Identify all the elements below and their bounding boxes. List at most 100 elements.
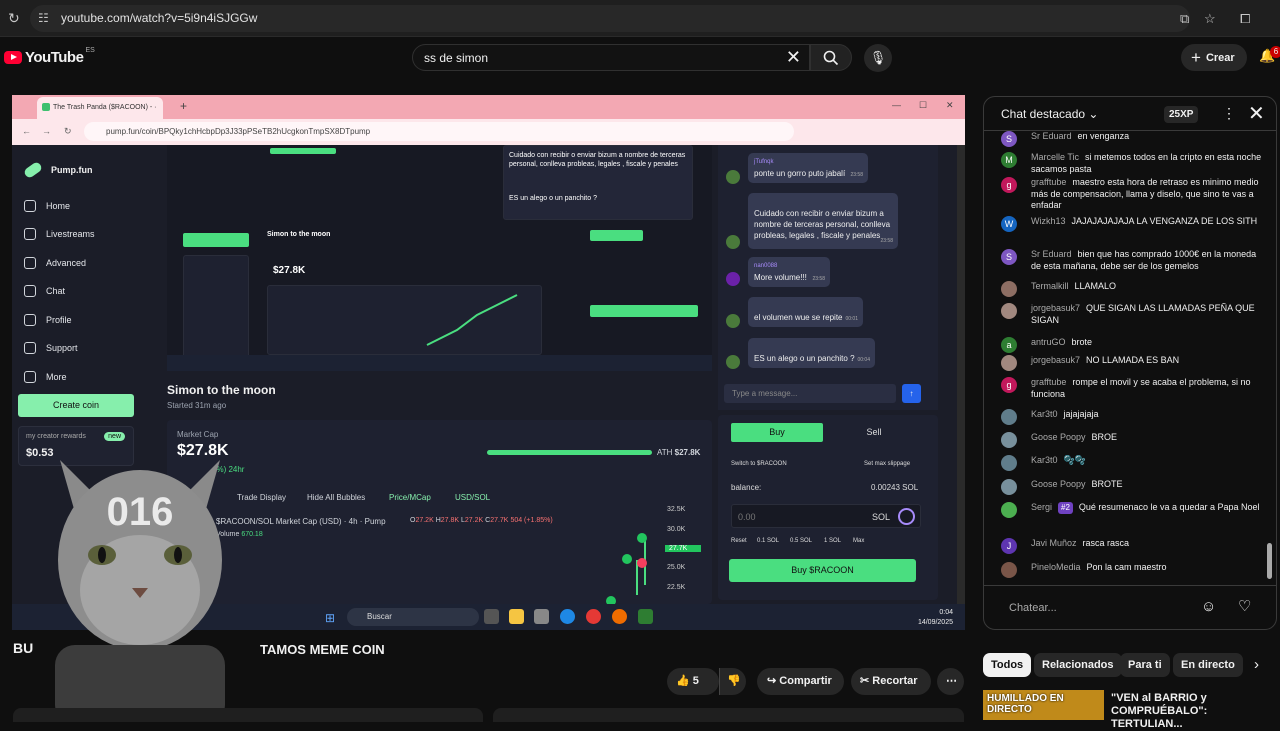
chat-username[interactable]: Sr Eduard [1031,249,1072,259]
chat-username[interactable]: jorgebasuk7 [1031,355,1080,365]
chat-username[interactable]: Goose Poopy [1031,432,1086,442]
nav-advanced[interactable]: Advanced [24,257,86,269]
user-avatar[interactable] [1001,479,1017,495]
clip-button[interactable]: ✂ Recortar [851,668,931,695]
chevron-right-icon[interactable]: › [1254,656,1259,673]
preset-max[interactable]: Max [853,538,864,544]
install-icon[interactable]: ⧉ [1180,11,1189,27]
pumpfun-logo[interactable]: Pump.fun [22,160,93,180]
edge-icon[interactable] [560,609,575,624]
reload-icon[interactable]: ↻ [8,11,22,25]
chat-username[interactable]: Wizkh13 [1031,216,1066,226]
chrome-icon[interactable] [586,609,601,624]
amount-input[interactable]: 0.00 SOL [731,504,921,528]
reload-icon[interactable]: ↻ [64,126,72,137]
chat-mode-selector[interactable]: Chat destacado ⌄ [1001,107,1098,121]
user-avatar[interactable] [1001,502,1017,518]
chat-username[interactable]: Kar3t0 [1031,409,1058,419]
user-avatar[interactable] [1001,562,1017,578]
windows-start-icon[interactable]: ⊞ [325,611,335,625]
sell-tab[interactable]: Sell [828,423,920,442]
inner-scrollbar[interactable] [957,145,965,604]
max-slippage-button[interactable]: Set max slippage [864,461,910,467]
address-bar[interactable]: ☷ youtube.com/watch?v=5i9n4iSJGGw [30,5,1190,32]
user-avatar[interactable] [1001,303,1017,319]
send-arrow-icon[interactable]: ↑ [902,384,921,403]
recommended-thumbnail[interactable]: HUMILLADO EN DIRECTO [983,690,1104,720]
nav-chat[interactable]: Chat [24,285,65,297]
create-button[interactable]: + Crear [1181,44,1247,71]
user-avatar[interactable]: a [1001,337,1017,353]
user-avatar[interactable] [1001,455,1017,471]
search-input[interactable]: ss de simon [424,51,488,65]
preset-0-1[interactable]: 0.1 SOL [757,538,779,544]
user-avatar[interactable]: J [1001,538,1017,554]
chat-username[interactable]: Termalkill [1031,281,1069,291]
chat-username[interactable]: grafftube [1031,377,1066,387]
search-button[interactable] [810,44,852,71]
close-window-icon[interactable]: ✕ [946,100,954,111]
xp-badge[interactable]: 25XP [1164,106,1199,123]
nav-home[interactable]: Home [24,200,70,212]
chat-username[interactable]: Sergi [1031,502,1052,512]
chat-username[interactable]: grafftube [1031,177,1066,187]
clear-search-icon[interactable]: ✕ [786,47,801,68]
inner-address-bar[interactable]: pump.fun/coin/BPQky1chHcbpDp3J33pPSeTB2h… [84,122,794,141]
tool-usd-sol[interactable]: USD/SOL [455,493,490,502]
chip-for-you[interactable]: Para ti [1120,653,1170,677]
tool-price-mcap[interactable]: Price/MCap [389,493,431,502]
pumpfun-chat-input[interactable]: Type a message... [724,384,896,403]
chip-live[interactable]: En directo [1173,653,1243,677]
chat-username[interactable]: antruGO [1031,337,1066,347]
user-avatar[interactable] [1001,355,1017,371]
user-avatar[interactable] [1001,409,1017,425]
address-text[interactable]: youtube.com/watch?v=5i9n4iSJGGw [61,11,257,25]
taskview-icon[interactable] [484,609,499,624]
nav-livestreams[interactable]: Livestreams [24,228,95,240]
new-tab-icon[interactable]: + [180,99,187,113]
recommended-title[interactable]: "VEN al BARRIO y COMPRUÉBALO": TERTULIAN… [1111,692,1271,731]
preset-reset[interactable]: Reset [731,538,747,544]
user-avatar[interactable]: W [1001,216,1017,232]
user-avatar[interactable] [1001,432,1017,448]
chat-username[interactable]: jorgebasuk7 [1031,303,1080,313]
taskbar-search[interactable]: Buscar [347,608,479,626]
store-icon[interactable] [534,609,549,624]
chip-related[interactable]: Relacionados [1034,653,1122,677]
maximize-icon[interactable]: ☐ [919,100,927,111]
youtube-logo[interactable]: YouTube ES [4,47,95,66]
user-avatar[interactable]: g [1001,377,1017,393]
chat-username[interactable]: Marcelle Tic [1031,152,1079,162]
buy-tab[interactable]: Buy [731,423,823,442]
minimize-icon[interactable]: — [892,100,901,110]
chat-username[interactable]: PineloMedia [1031,562,1081,572]
user-avatar[interactable]: M [1001,152,1017,168]
chat-scrollbar[interactable] [1267,543,1272,579]
heart-icon[interactable]: ♡ [1238,597,1251,615]
back-icon[interactable]: ← [22,126,31,136]
firefox-icon[interactable] [612,609,627,624]
switch-token-button[interactable]: Switch to $RACOON [731,461,787,467]
preset-0-5[interactable]: 0.5 SOL [790,538,812,544]
inner-tab[interactable]: The Trash Panda ($RACOON) - · [37,97,163,119]
tool-trade-display[interactable]: Trade Display [237,493,286,502]
user-avatar[interactable]: S [1001,249,1017,265]
like-button[interactable]: 👍 5 [667,668,719,695]
chat-username[interactable]: Sr Eduard [1031,131,1072,141]
search-box[interactable]: ss de simon ✕ [412,44,810,71]
chat-username[interactable]: Kar3t0 [1031,455,1058,465]
nav-profile[interactable]: Profile [24,314,72,326]
app-icon[interactable] [638,609,653,624]
nav-support[interactable]: Support [24,342,78,354]
create-coin-button[interactable]: Create coin [18,394,134,417]
forward-icon[interactable]: → [42,126,51,136]
user-avatar[interactable]: S [1001,131,1017,147]
chat-input[interactable]: Chatear... [1009,602,1057,614]
site-info-icon[interactable]: ☷ [38,11,49,25]
share-button[interactable]: ↪ Compartir [757,668,844,695]
close-chat-icon[interactable]: ✕ [1248,101,1265,126]
user-avatar[interactable]: g [1001,177,1017,193]
chat-username[interactable]: Goose Poopy [1031,479,1086,489]
nav-more[interactable]: More [24,371,67,383]
buy-token-button[interactable]: Buy $RACOON [729,559,916,582]
